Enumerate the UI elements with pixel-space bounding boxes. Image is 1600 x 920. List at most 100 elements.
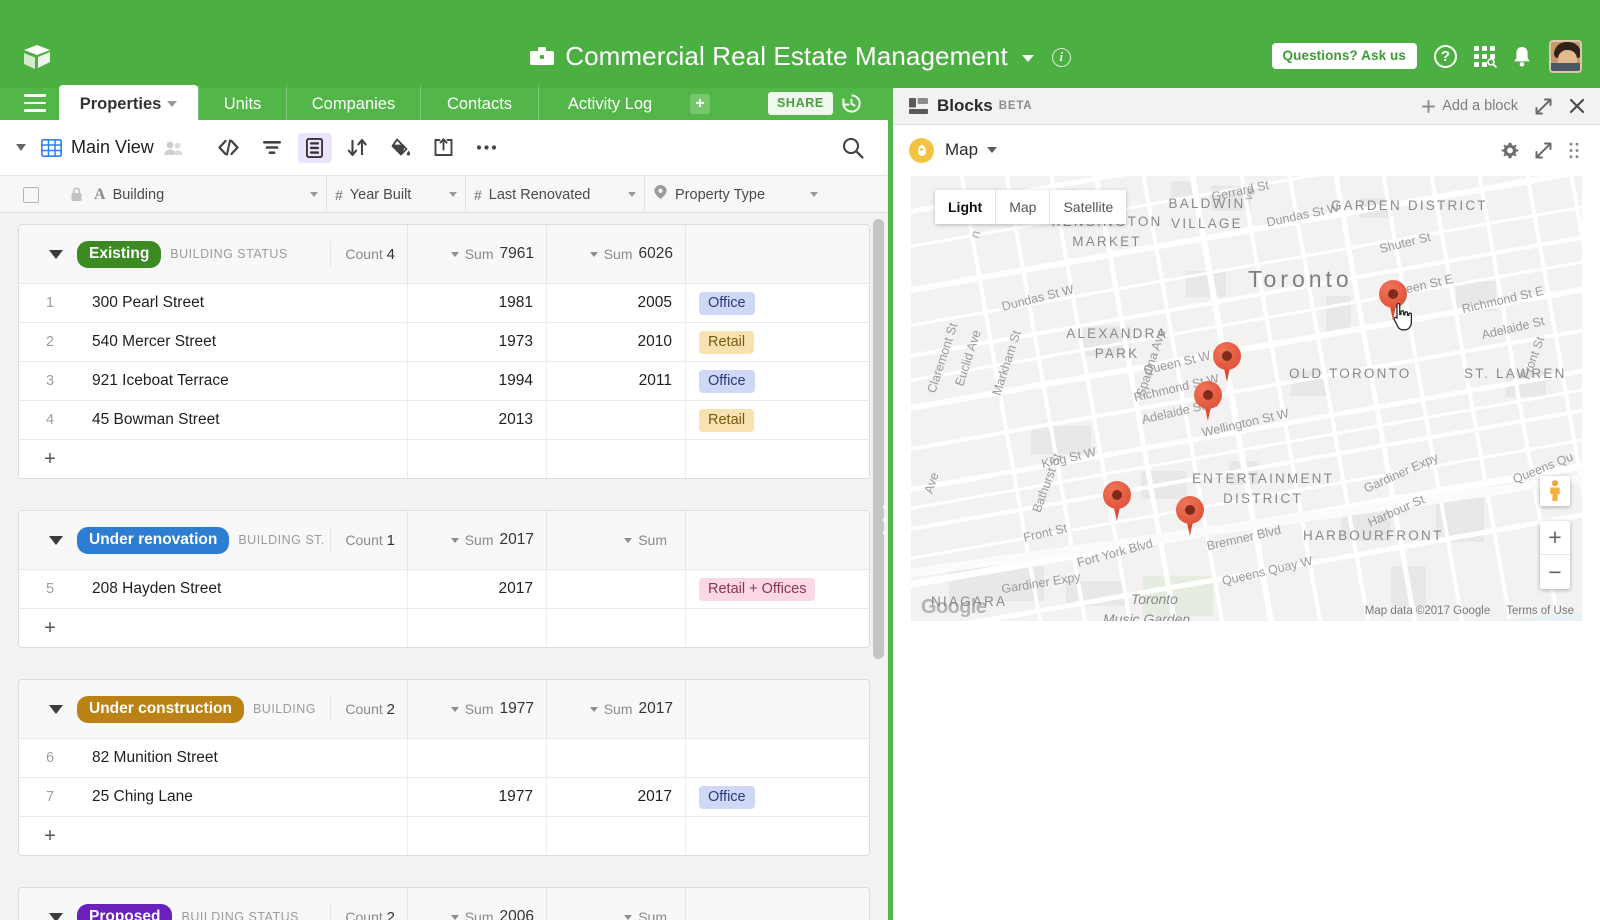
cell-year-built[interactable]: 1977: [408, 778, 547, 816]
info-icon[interactable]: i: [1051, 47, 1071, 67]
grid-vertical-scrollbar[interactable]: [873, 219, 884, 659]
pane-resize-handle[interactable]: [881, 505, 888, 535]
cell-property-type[interactable]: Retail + Offices: [686, 570, 869, 608]
summary-chevron-down-icon[interactable]: [450, 706, 459, 712]
map-marker[interactable]: [1194, 381, 1222, 421]
street-view-pegman-icon[interactable]: [1540, 476, 1570, 506]
group-sum-last-renovated[interactable]: Sum: [547, 511, 686, 569]
cell-building[interactable]: 921 Iceboat Terrace: [81, 362, 408, 400]
field-header-year-built[interactable]: # Year Built: [327, 176, 466, 213]
group-header[interactable]: Under renovation BUILDING ST. Count 1 Su…: [19, 511, 869, 569]
expand-icon[interactable]: [1535, 142, 1552, 159]
group-collapse-icon[interactable]: [49, 535, 63, 545]
cell-building[interactable]: 300 Pearl Street: [81, 284, 408, 322]
view-sidebar-toggle-icon[interactable]: [16, 144, 26, 151]
cell-building[interactable]: 45 Bowman Street: [81, 401, 408, 439]
hamburger-icon[interactable]: [24, 94, 46, 112]
add-row-button[interactable]: +: [19, 608, 869, 647]
tab-units[interactable]: Units: [198, 85, 286, 123]
group-collapse-icon[interactable]: [49, 249, 63, 259]
field-chevron-down-icon[interactable]: [810, 192, 818, 197]
table-row[interactable]: 3 921 Iceboat Terrace 1994 2011 Office: [19, 361, 869, 400]
summary-chevron-down-icon[interactable]: [450, 251, 459, 257]
cell-year-built[interactable]: 2017: [408, 570, 547, 608]
cell-year-built[interactable]: 1981: [408, 284, 547, 322]
cell-property-type[interactable]: Office: [686, 778, 869, 816]
cell-last-renovated[interactable]: 2011: [547, 362, 686, 400]
summary-chevron-down-icon[interactable]: [589, 706, 598, 712]
summary-chevron-down-icon[interactable]: [589, 251, 598, 257]
cell-building[interactable]: 540 Mercer Street: [81, 323, 408, 361]
cell-property-type[interactable]: Office: [686, 362, 869, 400]
avatar[interactable]: [1549, 39, 1582, 73]
cell-last-renovated[interactable]: 2005: [547, 284, 686, 322]
color-icon[interactable]: [384, 133, 418, 163]
terms-of-use-link[interactable]: Terms of Use: [1506, 605, 1574, 617]
view-name[interactable]: Main View: [71, 137, 154, 158]
cell-building[interactable]: 208 Hayden Street: [81, 570, 408, 608]
group-sum-last-renovated[interactable]: Sum 2017: [547, 680, 686, 738]
zoom-out-button[interactable]: −: [1540, 555, 1570, 589]
table-row[interactable]: 5 208 Hayden Street 2017 Retail + Office…: [19, 569, 869, 608]
map-marker[interactable]: [1176, 496, 1204, 536]
cell-last-renovated[interactable]: [547, 739, 686, 777]
table-row[interactable]: 4 45 Bowman Street 2013 Retail: [19, 400, 869, 439]
airtable-logo-icon[interactable]: [20, 40, 54, 74]
more-options-icon[interactable]: [470, 133, 504, 163]
group-icon[interactable]: [297, 132, 332, 163]
group-header[interactable]: Proposed BUILDING STATUS Count 2 Sum 200…: [19, 888, 869, 920]
table-row[interactable]: 6 82 Munition Street: [19, 738, 869, 777]
cell-property-type[interactable]: Retail: [686, 401, 869, 439]
close-icon[interactable]: [1569, 98, 1586, 115]
cell-last-renovated[interactable]: [547, 401, 686, 439]
group-sum-year-built[interactable]: Sum 2017: [408, 511, 547, 569]
map-mode-switcher[interactable]: Light Map Satellite: [935, 190, 1127, 224]
tab-properties[interactable]: Properties: [59, 85, 198, 123]
map-chevron-down-icon[interactable]: [987, 147, 998, 153]
tab-contacts[interactable]: Contacts: [420, 85, 538, 123]
add-block-button[interactable]: Add a block: [1422, 98, 1518, 114]
group-sum-last-renovated[interactable]: Sum 6026: [547, 225, 686, 283]
table-row[interactable]: 7 25 Ching Lane 1977 2017 Office: [19, 777, 869, 816]
cell-property-type[interactable]: [686, 739, 869, 777]
group-sum-year-built[interactable]: Sum 1977: [408, 680, 547, 738]
group-collapse-icon[interactable]: [49, 912, 63, 920]
field-chevron-down-icon[interactable]: [310, 192, 318, 197]
field-chevron-down-icon[interactable]: [449, 192, 457, 197]
add-table-button[interactable]: +: [690, 94, 710, 114]
cell-building[interactable]: 25 Ching Lane: [81, 778, 408, 816]
cell-last-renovated[interactable]: 2010: [547, 323, 686, 361]
cell-year-built[interactable]: 1994: [408, 362, 547, 400]
drag-handle-icon[interactable]: [1569, 142, 1586, 159]
cell-last-renovated[interactable]: 2017: [547, 778, 686, 816]
cell-property-type[interactable]: Office: [686, 284, 869, 322]
table-row[interactable]: 1 300 Pearl Street 1981 2005 Office: [19, 283, 869, 322]
zoom-in-button[interactable]: +: [1540, 521, 1570, 555]
group-header[interactable]: Existing BUILDING STATUS Count 4 Sum 796…: [19, 225, 869, 283]
apps-search-icon[interactable]: [1474, 45, 1497, 68]
group-header[interactable]: Under construction BUILDING Count 2 Sum …: [19, 680, 869, 738]
group-sum-last-renovated[interactable]: Sum: [547, 888, 686, 920]
summary-chevron-down-icon[interactable]: [450, 537, 459, 543]
tab-chevron-down-icon[interactable]: [167, 101, 178, 107]
expand-icon[interactable]: [1535, 98, 1552, 115]
help-icon[interactable]: ?: [1434, 44, 1457, 68]
map-zoom-controls[interactable]: + −: [1540, 521, 1570, 589]
summary-chevron-down-icon[interactable]: [450, 914, 459, 920]
tab-companies[interactable]: Companies: [286, 85, 420, 123]
notifications-icon[interactable]: [1512, 45, 1532, 68]
cell-property-type[interactable]: Retail: [686, 323, 869, 361]
field-header-last-renovated[interactable]: # Last Renovated: [466, 176, 645, 213]
map-mode-satellite[interactable]: Satellite: [1050, 190, 1127, 224]
add-row-button[interactable]: +: [19, 439, 869, 478]
table-row[interactable]: 2 540 Mercer Street 1973 2010 Retail: [19, 322, 869, 361]
map-marker[interactable]: [1213, 342, 1241, 382]
map-mode-light[interactable]: Light: [935, 190, 997, 224]
group-sum-year-built[interactable]: Sum 2006: [408, 888, 547, 920]
ask-us-button[interactable]: Questions? Ask us: [1271, 43, 1417, 69]
gear-icon[interactable]: [1501, 142, 1519, 159]
search-icon[interactable]: [842, 137, 864, 159]
field-header-building[interactable]: A Building: [0, 176, 327, 213]
map-marker[interactable]: [1103, 481, 1131, 521]
cell-last-renovated[interactable]: [547, 570, 686, 608]
